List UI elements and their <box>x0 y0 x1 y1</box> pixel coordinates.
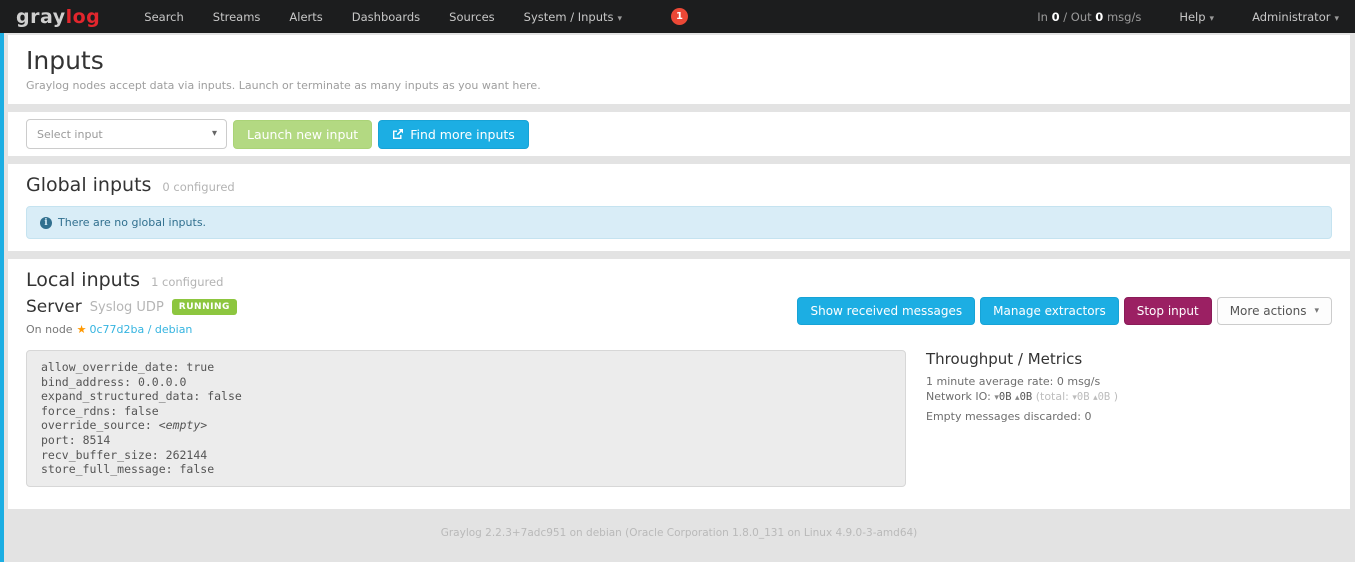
node-line: On node ★0c77d2ba / debian <box>26 323 237 336</box>
config-line: port: 8514 <box>41 433 891 448</box>
find-more-inputs-label: Find more inputs <box>410 127 515 142</box>
caret-down-icon: ▾ <box>1314 306 1319 316</box>
metric-network-io: Network IO: ▾0B ▴0B (total: ▾0B ▴0B ) <box>926 389 1332 406</box>
no-global-inputs-alert: i There are no global inputs. <box>26 206 1332 239</box>
show-received-messages-button[interactable]: Show received messages <box>797 297 975 325</box>
network-down-value: 0B <box>999 391 1012 403</box>
throughput-metrics: Throughput / Metrics 1 minute average ra… <box>926 350 1332 487</box>
input-identity: Server Syslog UDP RUNNING On node ★0c77d2… <box>26 297 237 336</box>
node-link[interactable]: 0c77d2ba / debian <box>89 323 192 336</box>
out-label: / Out <box>1060 10 1096 24</box>
caret-down-icon: ▾ <box>212 128 217 139</box>
find-more-inputs-button[interactable]: Find more inputs <box>378 120 529 149</box>
navbar-right: In 0 / Out 0 msg/s Help ▾ Administrator ▾ <box>1037 10 1339 24</box>
in-value: 0 <box>1052 10 1060 24</box>
brand-log: log <box>66 6 101 28</box>
status-badge: RUNNING <box>172 299 237 315</box>
total-up-value: 0B <box>1098 391 1111 403</box>
input-actions: Show received messages Manage extractors… <box>797 297 1332 325</box>
global-throughput: In 0 / Out 0 msg/s <box>1037 10 1141 24</box>
global-inputs-title: Global inputs <box>26 174 151 196</box>
help-menu[interactable]: Help ▾ <box>1179 10 1214 24</box>
user-label: Administrator <box>1252 10 1330 24</box>
page-description: Graylog nodes accept data via inputs. La… <box>26 79 1332 92</box>
nav-item-alerts[interactable]: Alerts <box>289 10 322 24</box>
config-line: override_source: <empty> <box>41 418 891 433</box>
global-inputs-panel: Global inputs 0 configured i There are n… <box>8 164 1350 251</box>
caret-down-icon: ▾ <box>1334 14 1339 24</box>
config-line: force_rdns: false <box>41 404 891 419</box>
version-footer: Graylog 2.2.3+7adc951 on debian (Oracle … <box>8 527 1350 539</box>
total-down-value: 0B <box>1077 391 1090 403</box>
total-close: ) <box>1110 390 1118 403</box>
info-icon: i <box>40 217 52 229</box>
page-header-panel: Inputs Graylog nodes accept data via inp… <box>8 35 1350 104</box>
config-line: allow_override_date: true <box>41 360 891 375</box>
input-configuration: allow_override_date: true bind_address: … <box>26 350 906 487</box>
input-type-select[interactable]: Select input ▾ <box>26 119 227 149</box>
input-type: Syslog UDP <box>90 300 164 315</box>
network-io-total: (total: ▾0B ▴0B ) <box>1036 390 1118 403</box>
nav-item-search[interactable]: Search <box>144 10 184 24</box>
stop-input-button[interactable]: Stop input <box>1124 297 1212 325</box>
nav-item-sources[interactable]: Sources <box>449 10 495 24</box>
input-launcher-panel: Select input ▾ Launch new input Find mor… <box>8 112 1350 156</box>
page-content: Inputs Graylog nodes accept data via inp… <box>8 35 1350 539</box>
more-actions-button[interactable]: More actions ▾ <box>1217 297 1332 325</box>
help-label: Help <box>1179 10 1205 24</box>
nav-item-system-inputs[interactable]: System / Inputs ▾ <box>524 10 622 24</box>
config-line: expand_structured_data: false <box>41 389 891 404</box>
metrics-title: Throughput / Metrics <box>926 350 1332 368</box>
network-io-label: Network IO: <box>926 390 994 403</box>
rate-unit: msg/s <box>1103 10 1141 24</box>
global-inputs-count: 0 configured <box>162 180 234 194</box>
nav-item-streams[interactable]: Streams <box>213 10 261 24</box>
config-line: bind_address: 0.0.0.0 <box>41 375 891 390</box>
user-menu[interactable]: Administrator ▾ <box>1252 10 1339 24</box>
alert-text: There are no global inputs. <box>58 216 206 229</box>
network-up-value: 0B <box>1020 391 1033 403</box>
graylog-logo[interactable]: graylog <box>16 6 100 28</box>
config-line: recv_buffer_size: 262144 <box>41 448 891 463</box>
total-open: (total: <box>1036 390 1073 403</box>
input-entry-header: Server Syslog UDP RUNNING On node ★0c77d2… <box>26 297 1332 336</box>
config-line: store_full_message: false <box>41 462 891 477</box>
star-icon: ★ <box>77 323 87 336</box>
node-label: On node <box>26 323 73 336</box>
metric-avg-rate: 1 minute average rate: 0 msg/s <box>926 374 1332 389</box>
input-detail-row: allow_override_date: true bind_address: … <box>26 350 1332 487</box>
more-actions-label: More actions <box>1230 304 1307 318</box>
caret-down-icon: ▾ <box>1210 14 1215 24</box>
select-placeholder: Select input <box>37 128 103 141</box>
local-inputs-title: Local inputs <box>26 269 140 291</box>
nav-item-dashboards[interactable]: Dashboards <box>352 10 420 24</box>
launch-new-input-button[interactable]: Launch new input <box>233 120 372 149</box>
manage-extractors-button[interactable]: Manage extractors <box>980 297 1119 325</box>
caret-down-icon: ▾ <box>618 14 623 24</box>
external-link-icon <box>392 128 404 140</box>
top-navbar: graylog Search Streams Alerts Dashboards… <box>0 0 1355 33</box>
metric-empty-messages: Empty messages discarded: 0 <box>926 409 1332 424</box>
main-nav: Search Streams Alerts Dashboards Sources… <box>144 8 688 25</box>
page-title: Inputs <box>26 46 1332 76</box>
local-inputs-panel: Local inputs 1 configured Server Syslog … <box>8 259 1350 509</box>
input-name: Server <box>26 297 82 317</box>
brand-gray: gray <box>16 6 66 28</box>
in-label: In <box>1037 10 1051 24</box>
notification-badge[interactable]: 1 <box>671 8 688 25</box>
system-inputs-label: System / Inputs <box>524 10 614 24</box>
left-accent-stripe <box>0 33 4 562</box>
local-inputs-count: 1 configured <box>151 275 223 289</box>
